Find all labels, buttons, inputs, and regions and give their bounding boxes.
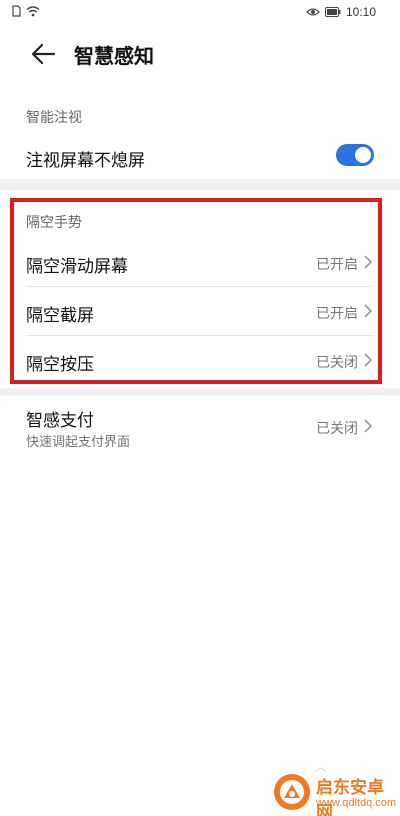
status-right: 10:10 bbox=[306, 5, 376, 19]
status-bar: 10:10 bbox=[0, 0, 400, 26]
toggle-knob bbox=[355, 147, 371, 163]
page-title: 智慧感知 bbox=[74, 44, 154, 68]
section-separator bbox=[0, 388, 400, 396]
row-status: 已关闭 bbox=[316, 421, 358, 437]
annotation-highlight-box bbox=[10, 198, 382, 384]
status-time: 10:10 bbox=[345, 5, 376, 19]
battery-icon bbox=[324, 7, 341, 17]
watermark-logo-icon bbox=[274, 774, 310, 810]
app-header: 智慧感知 bbox=[0, 26, 400, 82]
eye-icon bbox=[306, 8, 320, 16]
status-left bbox=[12, 5, 40, 17]
watermark-url: www.qdltdq.com bbox=[316, 797, 397, 809]
row-subtitle: 快速调起支付界面 bbox=[26, 435, 131, 450]
row-smart-pay[interactable]: 智感支付 快速调起支付界面 已关闭 bbox=[0, 396, 400, 456]
watermark-name: 启东安卓网 bbox=[316, 778, 384, 816]
section-label-gaze: 智能注视 bbox=[26, 110, 82, 126]
wifi-icon bbox=[26, 5, 40, 16]
back-button[interactable] bbox=[28, 40, 58, 68]
gaze-keep-screen-toggle[interactable] bbox=[336, 144, 374, 166]
chevron-right-icon bbox=[364, 419, 373, 433]
section-separator bbox=[0, 179, 400, 190]
row-title: 智感支付 bbox=[26, 411, 94, 431]
sim-icon bbox=[12, 5, 21, 17]
arrow-left-icon bbox=[31, 43, 56, 65]
watermark: 启东安卓网 www.qdltdq.com bbox=[270, 770, 400, 816]
row-title: 注视屏幕不熄屏 bbox=[26, 151, 145, 171]
